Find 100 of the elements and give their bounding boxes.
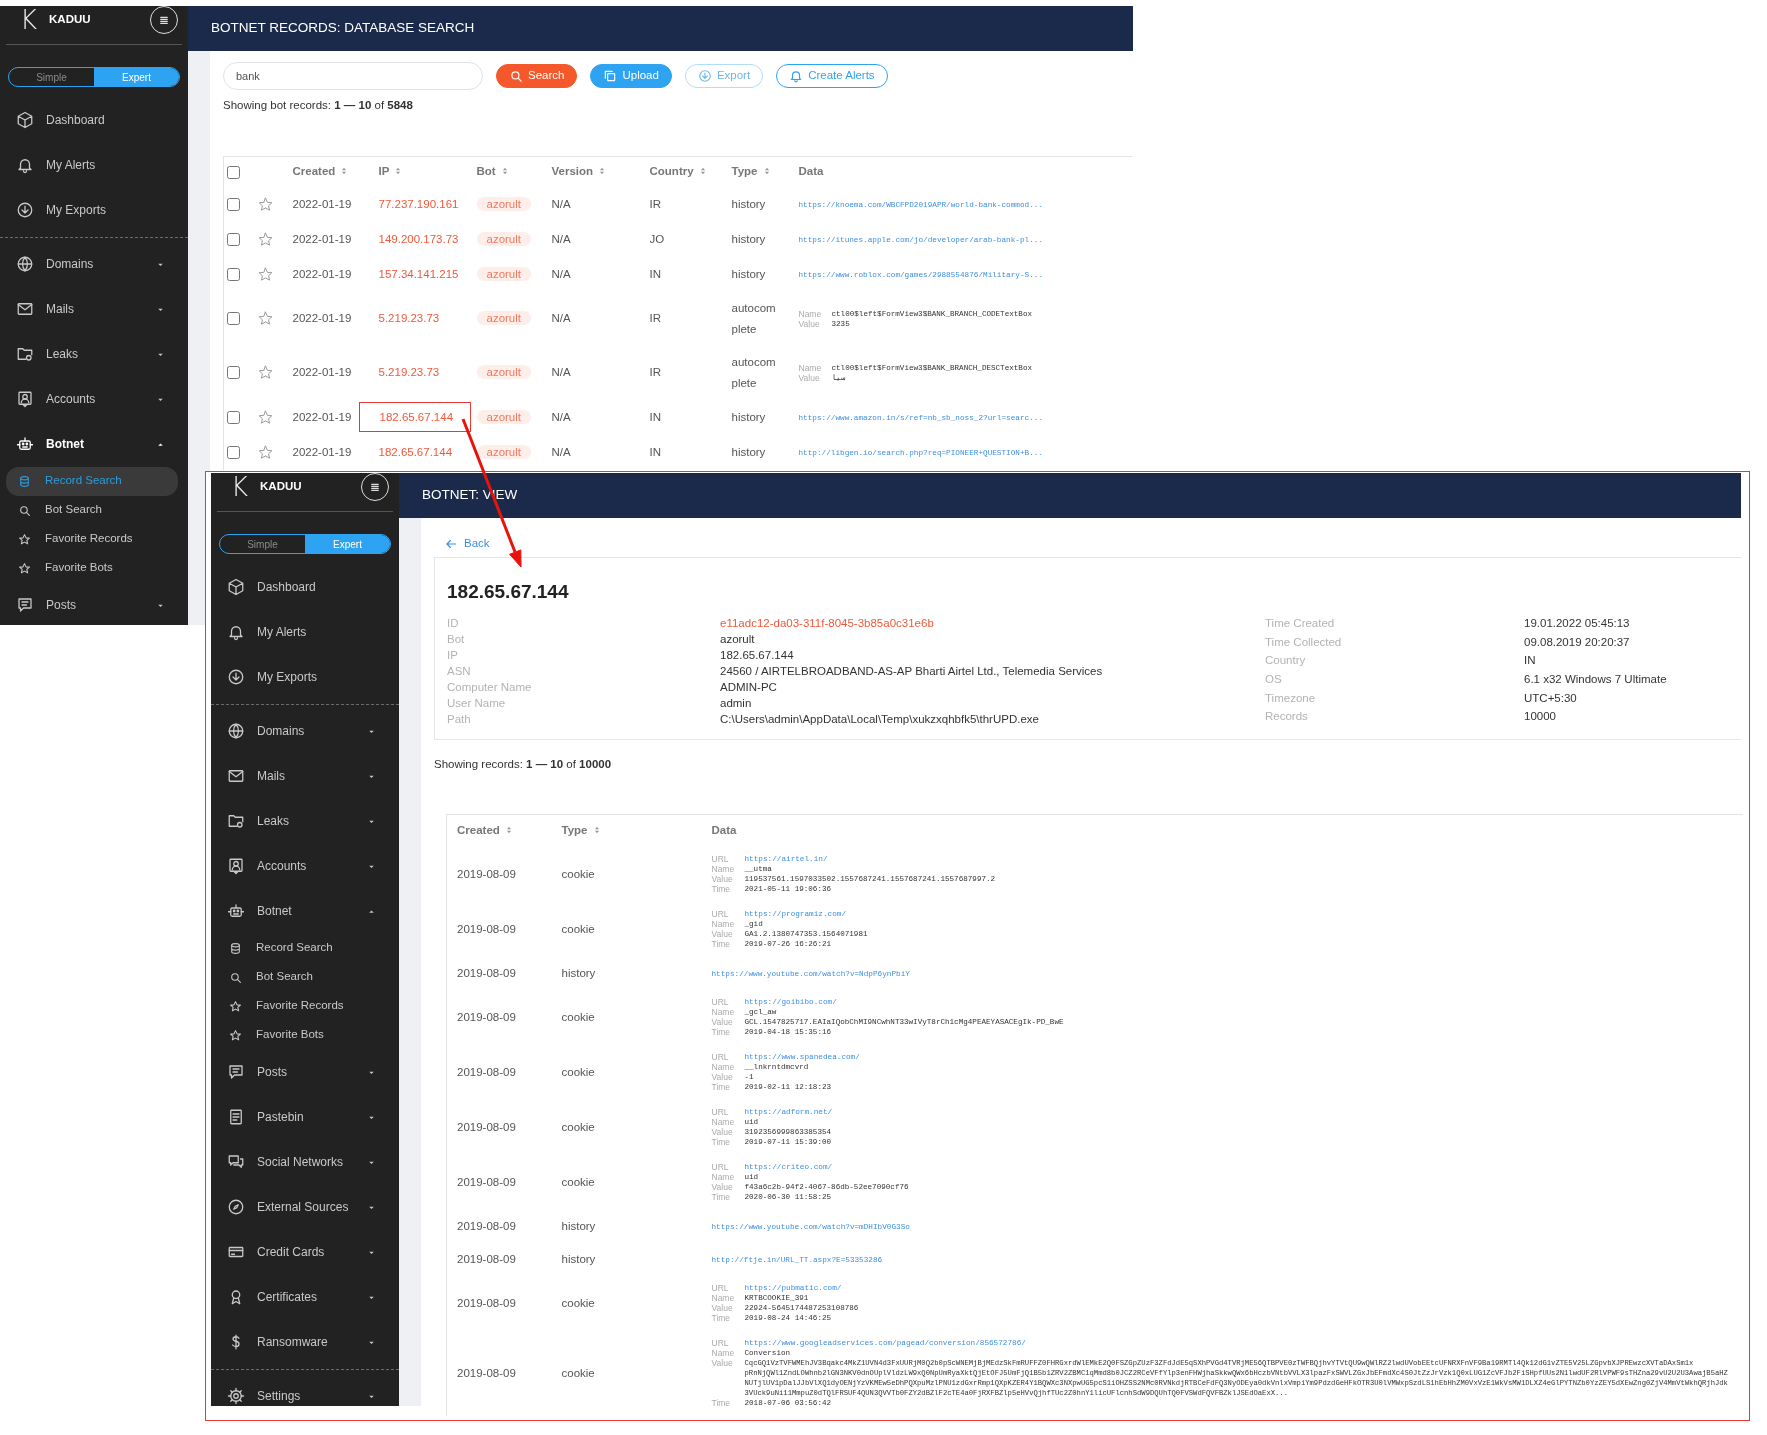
star-icon[interactable] bbox=[256, 443, 274, 461]
detail-label: Path bbox=[447, 712, 472, 727]
sidebar-item[interactable]: Dashboard bbox=[0, 97, 188, 143]
sidebar-item[interactable]: Mails bbox=[0, 286, 188, 332]
field-label: Name bbox=[711, 1172, 736, 1182]
sidebar-item[interactable]: Dashboard bbox=[211, 564, 399, 610]
record-title: 182.65.67.144 bbox=[447, 580, 570, 604]
sidebar-subitem[interactable]: Record Search bbox=[6, 466, 178, 496]
sidebar-item[interactable]: Accounts bbox=[211, 843, 399, 889]
sidebar-item[interactable]: Leaks bbox=[211, 798, 399, 844]
search-field[interactable]: bank bbox=[223, 62, 483, 90]
sidebar-item[interactable]: Posts bbox=[0, 582, 188, 625]
ip-text: 149.200.173.73 bbox=[378, 232, 459, 245]
sidebar-subitem[interactable]: Favorite Bots bbox=[6, 553, 178, 583]
field-label: Name bbox=[711, 864, 736, 874]
table-cell: 2019-08-09 bbox=[446, 1242, 552, 1276]
sidebar-item[interactable]: My Alerts bbox=[0, 142, 188, 188]
checkbox[interactable] bbox=[227, 197, 240, 211]
star-icon[interactable] bbox=[256, 408, 274, 426]
field-label: Time bbox=[711, 1082, 732, 1092]
table-cell-text: cookie bbox=[560, 1366, 596, 1381]
sidebar-item[interactable]: Mails bbox=[211, 753, 399, 799]
sidebar-item[interactable]: Domains bbox=[0, 241, 188, 287]
download-icon bbox=[697, 69, 712, 83]
envelope-icon bbox=[227, 767, 245, 785]
table-cell-text: IN bbox=[648, 409, 662, 425]
checkbox[interactable] bbox=[227, 232, 240, 246]
bell-icon bbox=[16, 156, 34, 174]
sidebar-item[interactable]: External Sources bbox=[211, 1184, 399, 1230]
column-header: IP bbox=[378, 165, 390, 178]
sidebar-item[interactable]: My Exports bbox=[0, 187, 188, 233]
sidebar-subitem[interactable]: Favorite Records bbox=[6, 524, 178, 554]
table-cell-text: 2022-01-19 bbox=[291, 365, 353, 380]
column-header: Data bbox=[711, 824, 737, 837]
table-cell-text: N/A bbox=[550, 365, 572, 380]
detail-label: Records bbox=[1265, 709, 1309, 725]
sidebar-item[interactable]: Ransomware bbox=[211, 1319, 399, 1365]
sidebar-item[interactable]: Domains bbox=[211, 708, 399, 754]
sidebar-item[interactable]: My Alerts bbox=[211, 609, 399, 655]
sidebar-subitem[interactable]: Record Search bbox=[217, 933, 389, 963]
checkbox[interactable] bbox=[227, 366, 240, 380]
sidebar-item[interactable]: Certificates bbox=[211, 1274, 399, 1320]
sidebar-item[interactable]: Posts bbox=[211, 1049, 399, 1095]
table-cell-text: history bbox=[730, 196, 767, 212]
sidebar-item[interactable]: Botnet bbox=[211, 888, 399, 934]
results-summary: Showing bot records: 1 — 10 of 5848 bbox=[223, 98, 414, 112]
field-label: Time bbox=[711, 884, 732, 894]
sidebar-item[interactable]: Leaks bbox=[0, 331, 188, 377]
table-cell-text: history bbox=[730, 444, 767, 460]
field-label: Value bbox=[711, 1303, 734, 1313]
column-header: Type bbox=[561, 824, 588, 837]
star-icon[interactable] bbox=[256, 364, 274, 382]
sidebar-item[interactable]: Credit Cards bbox=[211, 1229, 399, 1275]
mode-option[interactable]: Simple bbox=[9, 68, 94, 86]
star-icon[interactable] bbox=[256, 195, 274, 213]
detail-label: User Name bbox=[447, 696, 507, 711]
table-cell: 2019-08-09 bbox=[446, 989, 552, 1045]
download-icon bbox=[227, 668, 245, 686]
checkbox[interactable] bbox=[227, 410, 240, 424]
table-cell-text: cookie bbox=[560, 1120, 596, 1135]
checkbox[interactable] bbox=[227, 267, 240, 281]
sidebar-subitem[interactable]: Bot Search bbox=[217, 962, 389, 992]
field-label: Time bbox=[711, 1027, 732, 1037]
column-header: Created bbox=[292, 165, 336, 178]
checkbox[interactable] bbox=[227, 312, 240, 326]
field-label: Value bbox=[711, 929, 734, 939]
sidebar-item[interactable]: My Exports bbox=[211, 654, 399, 700]
table-cell-text: autocomplete bbox=[730, 300, 777, 337]
sidebar-item[interactable]: Accounts bbox=[0, 376, 188, 422]
sidebar-item[interactable]: Botnet bbox=[0, 421, 188, 467]
table-cell-text: history bbox=[560, 1219, 597, 1234]
table-cell-text: history bbox=[730, 266, 767, 282]
field-label: URL bbox=[711, 997, 730, 1007]
star-icon[interactable] bbox=[256, 265, 274, 283]
checkbox[interactable] bbox=[227, 165, 240, 179]
star-icon[interactable] bbox=[256, 310, 274, 328]
sidebar-subitem[interactable]: Favorite Bots bbox=[217, 1020, 389, 1050]
ip-text: 5.219.23.73 bbox=[378, 312, 440, 324]
sidebar-item[interactable]: Social Networks bbox=[211, 1139, 399, 1185]
sidebar-item[interactable]: Pastebin bbox=[211, 1094, 399, 1140]
table-cell: 2019-08-09 bbox=[446, 1275, 552, 1331]
table-cell-text: N/A bbox=[550, 311, 572, 326]
sidebar-subitem[interactable]: Favorite Records bbox=[217, 991, 389, 1021]
sidebar-subitem[interactable]: Bot Search bbox=[6, 495, 178, 525]
envelope-icon bbox=[16, 300, 34, 318]
checkbox[interactable] bbox=[227, 445, 240, 459]
table-cell: 2019-08-09 bbox=[446, 846, 552, 902]
star-icon[interactable] bbox=[256, 230, 274, 248]
detail-value: 09.08.2019 20:20:37 bbox=[1524, 634, 1631, 650]
detail-value: e11adc12-da03-311f-8045-3b85a0c31e6b bbox=[720, 616, 935, 631]
globe-icon bbox=[227, 722, 245, 740]
sidebar-item[interactable]: Settings bbox=[211, 1373, 399, 1406]
mode-option[interactable]: Simple bbox=[220, 535, 305, 553]
detail-value: 10000 bbox=[1524, 709, 1557, 725]
detail-value: IN bbox=[1524, 653, 1537, 669]
table-cell: 2019-08-09 bbox=[446, 1099, 552, 1155]
star-icon bbox=[229, 1028, 242, 1042]
field-label: Name bbox=[711, 919, 736, 929]
column-header: Version bbox=[551, 165, 594, 178]
bot-tag: azorult bbox=[476, 444, 532, 459]
